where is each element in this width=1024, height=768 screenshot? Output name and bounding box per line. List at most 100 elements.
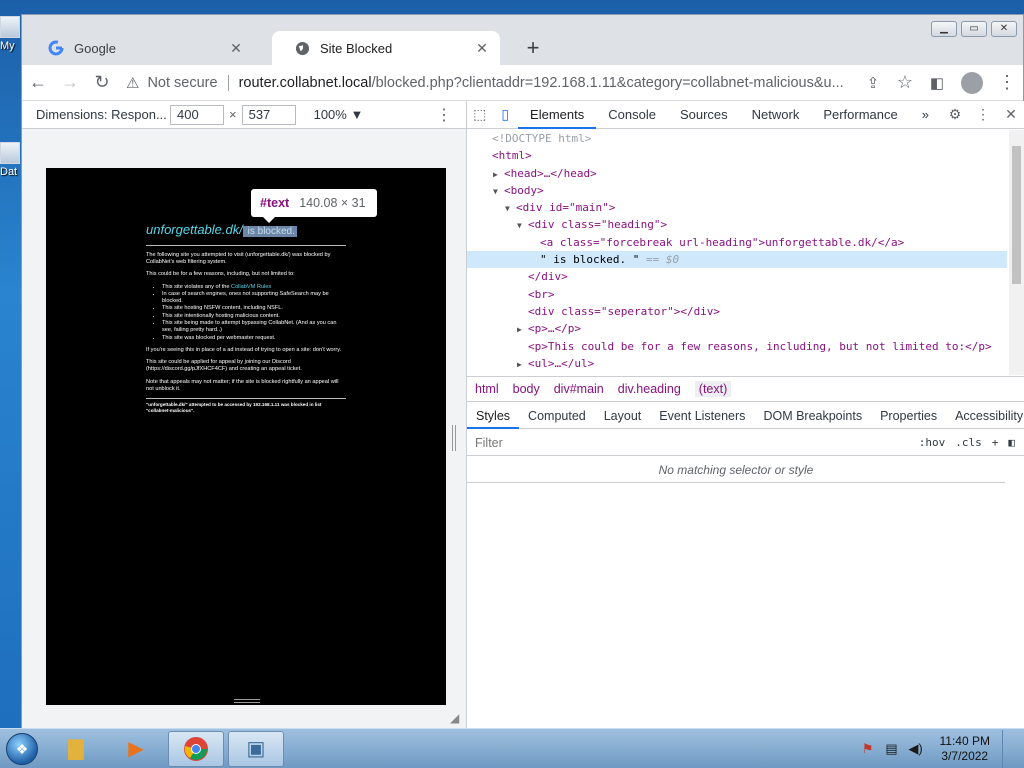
sidebar-toggle-icon[interactable]: ◧ [1008,436,1015,449]
rules-link[interactable]: CollabVM Rules [231,284,271,290]
new-tab-button[interactable]: + [520,35,546,61]
dom-node-line[interactable]: </div> [467,268,1007,285]
dom-node-text: <html> [492,149,532,163]
collapse-arrow-icon[interactable]: ▶ [493,166,504,183]
tab-computed[interactable]: Computed [519,403,595,429]
clock[interactable]: 11:40 PM 3/7/2022 [940,734,990,764]
more-vertical-icon[interactable]: ⋮ [991,72,1023,93]
dom-node-line[interactable]: ▼ <div id="main"> [467,199,1007,216]
forward-arrow-icon[interactable]: → [54,72,86,93]
reload-icon[interactable]: ↻ [86,72,118,93]
maximize-button[interactable]: ▭ [961,21,987,37]
tab-console[interactable]: Console [596,101,668,129]
tab-network[interactable]: Network [740,101,812,129]
tab-accessibility[interactable]: Accessibility [946,403,1024,429]
inspect-element-icon[interactable]: ⬚ [467,106,493,123]
tab-performance[interactable]: Performance [811,101,909,129]
collapse-arrow-icon[interactable]: ▶ [517,356,528,373]
scrollbar-thumb[interactable] [1012,146,1021,284]
tab-elements[interactable]: Elements [518,101,597,129]
close-window-button[interactable]: ✕ [991,21,1017,37]
dom-node-line[interactable]: ▼ <body> [467,182,1007,199]
tab-sources[interactable]: Sources [668,101,740,129]
close-icon[interactable]: ✕ [228,40,244,57]
desktop-icon-data[interactable]: Dat [0,142,22,178]
list-item: In case of search engines, ones not supp… [162,291,346,306]
blocked-domain-link[interactable]: unforgettable.dk/ [146,222,243,237]
dom-node-line[interactable]: ▶ <head>…</head> [467,165,1007,182]
dom-node-line[interactable]: <div class="seperator"></div> [467,303,1007,320]
more-tabs-icon[interactable]: » [910,101,941,129]
security-status[interactable]: Not secure [147,75,217,91]
resize-corner-icon[interactable]: ◢ [450,711,459,725]
filter-input[interactable]: Filter [475,436,503,450]
dom-node-line[interactable]: ▼ <div class="heading"> [467,216,1007,233]
expand-arrow-icon[interactable]: ▼ [517,217,528,234]
zoom-select[interactable]: 100% ▼ [314,107,364,122]
dom-node-line[interactable]: <br> [467,286,1007,303]
resize-handle-vertical[interactable] [452,425,456,451]
expand-arrow-icon[interactable]: ▼ [493,183,504,200]
expand-arrow-icon[interactable]: ▼ [505,200,516,217]
device-toggle-icon[interactable]: ▯ [493,106,519,123]
dom-node-line[interactable]: <!DOCTYPE html> [467,130,1007,147]
breadcrumb-item[interactable]: body [513,382,540,396]
tab-styles[interactable]: Styles [467,403,520,429]
back-arrow-icon[interactable]: ← [22,72,54,93]
close-icon[interactable]: ✕ [474,40,490,57]
minimize-button[interactable]: ▁ [931,21,957,37]
taskbar-chrome[interactable] [168,730,224,767]
close-icon[interactable]: ✕ [997,106,1024,123]
dom-node-line[interactable]: " is blocked. " == $0 [467,251,1007,269]
new-rule-button[interactable]: + [992,436,999,449]
taskbar-window[interactable]: ▣ [228,730,284,767]
taskbar-media-player[interactable]: ▶ [108,731,164,767]
tab-google[interactable]: Google ✕ [26,31,254,65]
more-vertical-icon[interactable]: ⋮ [436,105,452,125]
dom-tree-scrollbar[interactable] [1009,130,1024,375]
action-center-icon[interactable]: ⚑ [860,741,876,757]
collapse-arrow-icon[interactable]: ▶ [517,321,528,338]
list-item: This site was blocked per webmaster requ… [162,335,346,342]
dom-node-line[interactable]: <a class="forcebreak url-heading">unforg… [467,234,1007,251]
viewport-height-input[interactable] [241,104,296,125]
dom-tree[interactable]: <!DOCTYPE html> <html> ▶ <head>…</head> ▼ <bo… [467,130,1007,375]
volume-icon[interactable]: ◀) [908,741,924,757]
start-button[interactable]: ❖ [0,730,44,768]
desktop-icon-my-computer[interactable]: My [0,16,22,52]
dom-node-line[interactable]: ▶ <p>…</p> [467,320,1007,337]
list-item: This site hosting NSFW content, includin… [162,305,346,312]
chrome-icon [184,736,208,761]
star-icon[interactable]: ☆ [889,72,921,93]
cls-toggle[interactable]: .cls [955,436,982,449]
gear-icon[interactable]: ⚙ [941,106,969,123]
breadcrumb-item[interactable]: div#main [554,382,604,396]
breadcrumb-item[interactable]: html [475,382,499,396]
network-icon[interactable]: ▤ [884,741,900,757]
tab-layout[interactable]: Layout [595,403,651,429]
dimensions-select[interactable]: Dimensions: Respon... ▼ [36,107,183,122]
address-bar[interactable]: ⚠ Not secure router.collabnet.local/bloc… [126,69,849,97]
tab-dom-breakpoints[interactable]: DOM Breakpoints [754,403,871,429]
side-panel-icon[interactable]: ◧ [921,74,953,92]
share-icon[interactable]: ⇪ [857,74,889,92]
tab-strip: Google ✕ Site Blocked ✕ + ▁ ▭ ✕ [22,15,1023,65]
viewport-width-input[interactable] [170,104,224,125]
more-vertical-icon[interactable]: ⋮ [969,106,997,123]
profile-avatar-icon[interactable] [961,71,983,94]
dom-node-line[interactable]: <p>This could be for a few reasons, incl… [467,338,1007,355]
resize-handle-horizontal[interactable] [234,699,260,703]
hov-toggle[interactable]: :hov [919,436,946,449]
warning-icon[interactable]: ⚠ [126,74,139,92]
breadcrumb-item[interactable]: div.heading [618,382,681,396]
url-text[interactable]: router.collabnet.local/blocked.php?clien… [239,75,844,91]
browser-window: Google ✕ Site Blocked ✕ + ▁ ▭ ✕ ← → ↻ ⚠ … [21,14,1024,729]
tab-site-blocked[interactable]: Site Blocked ✕ [272,31,500,65]
taskbar-explorer[interactable]: ▇ [48,731,104,767]
tab-event-listeners[interactable]: Event Listeners [650,403,754,429]
tab-properties[interactable]: Properties [871,403,946,429]
breadcrumb-item[interactable]: (text) [694,381,732,397]
dom-node-line[interactable]: <html> [467,147,1007,164]
show-desktop-button[interactable] [1002,729,1014,768]
dom-node-line[interactable]: ▶ <ul>…</ul> [467,355,1007,372]
